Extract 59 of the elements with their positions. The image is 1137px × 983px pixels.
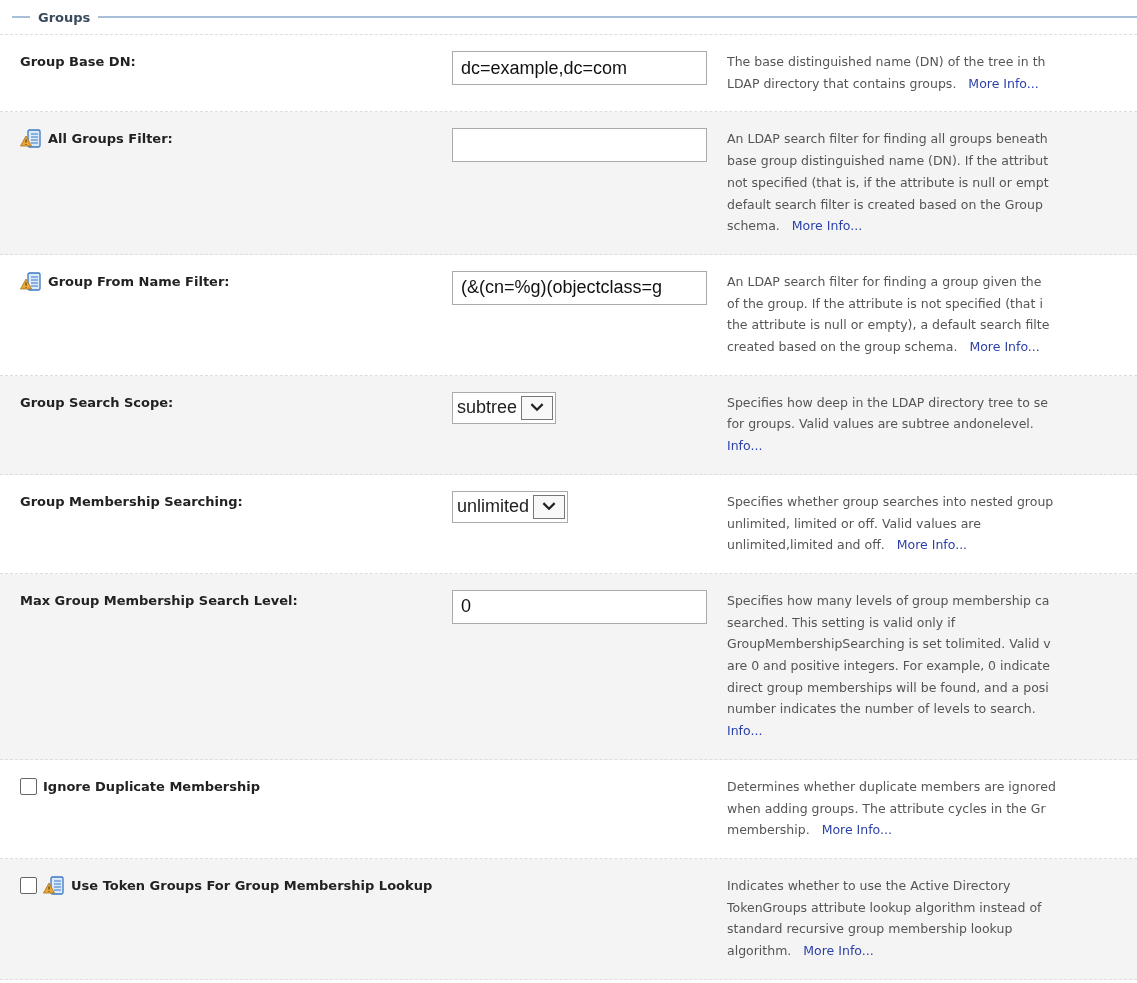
more-info-link[interactable]: More Info... <box>791 218 863 234</box>
text-field[interactable] <box>452 128 707 163</box>
field-label: Group From Name Filter: <box>48 272 230 291</box>
more-info-link[interactable]: Info... <box>727 723 763 739</box>
more-info-link[interactable]: More Info... <box>821 822 892 838</box>
description-text: created based on the group schema. <box>727 339 958 355</box>
checkbox[interactable] <box>20 777 37 795</box>
warning-document-icon <box>20 129 42 150</box>
description-text: An LDAP search filter for finding a group given the <box>727 273 1042 289</box>
more-info-link[interactable]: More Info... <box>968 75 1039 91</box>
field-label: All Groups Filter: <box>48 130 173 149</box>
chevron-down-icon <box>542 502 557 512</box>
description-text: default search filter is created based on the Group <box>727 196 1043 212</box>
description-text: Determines whether duplicate members are ignored <box>727 778 1056 794</box>
warning-document-icon <box>20 271 42 292</box>
more-info-link[interactable]: More Info... <box>969 339 1040 355</box>
field-label: Use Token Groups For Group Membership Lookup <box>71 877 433 895</box>
description-text: are 0 and positive integers. For example, 0 indicate <box>727 658 1050 674</box>
description-text: Specifies whether group searches into nested group <box>727 493 1054 509</box>
description-text: searched. This setting is valid only if <box>727 614 956 630</box>
description-text: The base distinguished name (DN) of the tree in th <box>727 54 1046 69</box>
field-label: Group Membership Searching: <box>20 492 243 511</box>
description-text: unlimited,limited and off. <box>727 537 885 553</box>
description-text: Specifies how many levels of group membership ca <box>727 592 1050 608</box>
description-text: LDAP directory that contains groups. <box>727 75 957 91</box>
dropdown[interactable]: unlimited <box>452 490 569 523</box>
description-text: GroupMembershipSearching is set tolimited. Valid v <box>727 636 1051 652</box>
description-text: An LDAP search filter for finding all groups beneath <box>727 131 1048 147</box>
text-field[interactable]: (&(cn=%g)(objectclass=g <box>452 270 707 305</box>
text-field[interactable]: 0 <box>452 589 707 624</box>
description-text: algorithm. <box>727 943 792 959</box>
more-info-link[interactable]: More Info... <box>896 537 968 553</box>
description-text: direct group memberships will be found, and a posi <box>727 679 1049 695</box>
field-label: Max Group Membership Search Level: <box>20 591 298 610</box>
description-text: not specified (that is, if the attribute is null or empt <box>727 174 1049 190</box>
description-text: Indicates whether to use the Active Directory <box>727 878 1011 893</box>
field-label: Group Search Scope: <box>20 393 174 412</box>
description-text: standard recursive group membership lookup <box>727 921 1013 937</box>
more-info-link[interactable]: Info... <box>727 438 763 454</box>
description-text: Specifies how deep in the LDAP directory tree to se <box>727 394 1048 410</box>
field-label: Ignore Duplicate Membership <box>43 777 260 796</box>
description-text: schema. <box>727 218 780 234</box>
checkbox[interactable] <box>20 877 37 894</box>
more-info-link[interactable]: More Info... <box>803 943 874 959</box>
description-text: of the group. If the attribute is not specified (that i <box>727 295 1043 311</box>
section-title: Groups <box>37 9 92 25</box>
description-text: unlimited, limited or off. Valid values are <box>727 515 981 531</box>
description-text: when adding groups. The attribute cycles in the Gr <box>727 800 1046 816</box>
chevron-down-icon <box>530 403 545 413</box>
dropdown[interactable]: subtree <box>452 391 557 424</box>
description-text: TokenGroups attribute lookup algorithm instead of <box>727 899 1042 915</box>
description-text: the attribute is null or empty), a default search filte <box>727 317 1050 333</box>
text-field[interactable]: dc=example,dc=com <box>452 51 707 85</box>
description-text: number indicates the number of levels to search. <box>727 701 1036 717</box>
description-text: membership. <box>727 822 810 838</box>
description-text: for groups. Valid values are subtree andonelevel. <box>727 416 1034 432</box>
field-label: Group Base DN: <box>20 53 136 71</box>
warning-document-icon <box>43 876 65 896</box>
description-text: base group distinguished name (DN). If the attribut <box>727 153 1049 169</box>
